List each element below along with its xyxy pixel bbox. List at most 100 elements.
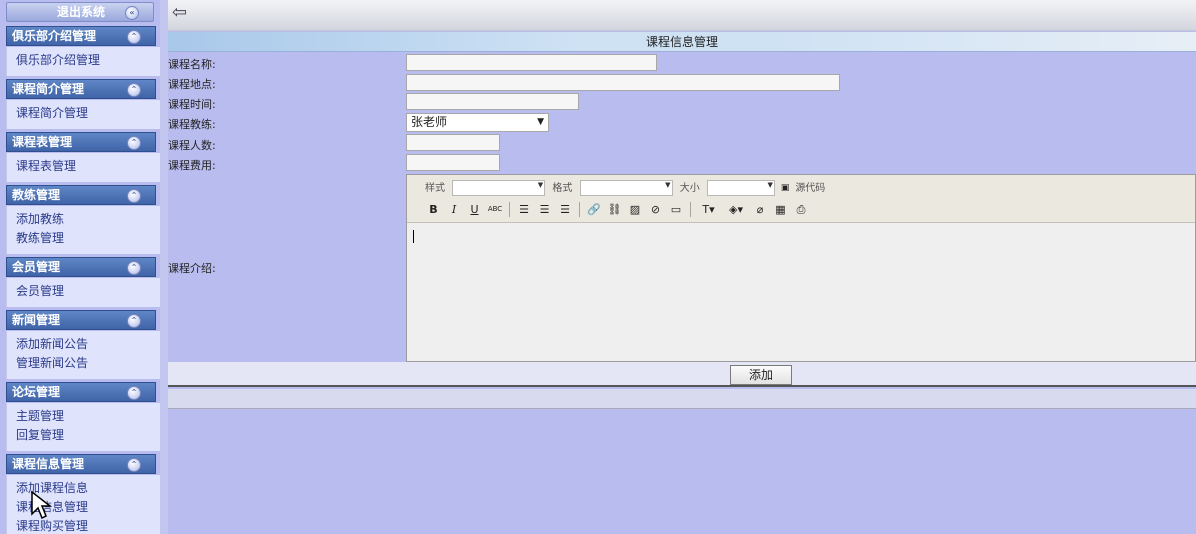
toolbar-separator: [579, 202, 580, 217]
course-count-input[interactable]: [406, 134, 500, 151]
format-label: 格式: [552, 183, 573, 194]
toolbar-separator: [509, 202, 510, 217]
strikethrough-icon[interactable]: ABC: [487, 201, 504, 218]
background-color-icon[interactable]: ◈▾: [724, 201, 748, 218]
text-caret: [413, 230, 414, 243]
source-button[interactable]: 源代码: [795, 183, 825, 194]
sidebar-section-course-intro[interactable]: 课程简介管理 ⌃: [6, 79, 156, 99]
section-title: 论坛管理: [12, 385, 61, 399]
underline-icon[interactable]: U: [466, 201, 483, 218]
sidebar-item-schedule-manage[interactable]: 课程表管理: [16, 157, 160, 176]
dropdown-arrow-icon: ▼: [665, 181, 671, 189]
text-color-icon[interactable]: T▾: [697, 201, 721, 218]
dropdown-arrow-icon: ▼: [537, 181, 544, 189]
collapse-icon[interactable]: ⌃: [127, 30, 141, 44]
page-title: 课程信息管理: [168, 32, 1196, 52]
course-coach-label: 课程教练:: [168, 118, 216, 131]
sidebar-item-add-coach[interactable]: 添加教练: [16, 210, 160, 229]
course-fee-input[interactable]: [406, 154, 500, 171]
sidebar-section-club-intro[interactable]: 俱乐部介绍管理 ⌃: [6, 26, 156, 46]
sidebar-splitter[interactable]: [160, 0, 168, 534]
flash-icon[interactable]: ⊘: [647, 201, 664, 218]
italic-icon[interactable]: I: [446, 201, 463, 218]
sidebar-section-forum[interactable]: 论坛管理 ⌃: [6, 382, 156, 402]
sidebar-item-news-manage[interactable]: 管理新闻公告: [16, 354, 160, 373]
form-actions: 添加: [168, 362, 1196, 387]
section-title: 课程信息管理: [12, 457, 85, 471]
logout-button[interactable]: 退出系统 «: [6, 2, 154, 22]
course-place-label: 课程地点:: [168, 78, 216, 91]
section-title: 会员管理: [12, 260, 61, 274]
editor-content-area[interactable]: [407, 224, 1195, 361]
source-icon[interactable]: ▣: [778, 180, 792, 197]
course-time-input[interactable]: [406, 93, 579, 110]
sidebar-item-club-intro-manage[interactable]: 俱乐部介绍管理: [16, 51, 160, 70]
toolbar-separator: [690, 202, 691, 217]
align-center-icon[interactable]: ☰: [536, 201, 553, 218]
sidebar-section-body: 会员管理: [6, 278, 160, 307]
sidebar-item-course-intro-manage[interactable]: 课程简介管理: [16, 104, 160, 123]
collapse-all-icon[interactable]: «: [125, 6, 139, 20]
course-name-input[interactable]: [406, 54, 657, 71]
collapse-icon[interactable]: ⌃: [127, 261, 141, 275]
dropdown-arrow-icon: ▼: [767, 181, 773, 189]
course-time-label: 课程时间:: [168, 98, 216, 111]
sidebar-item-member-manage[interactable]: 会员管理: [16, 282, 160, 301]
unlink-icon[interactable]: ⛓: [606, 201, 623, 218]
sidebar: 退出系统 « 俱乐部介绍管理 ⌃ 俱乐部介绍管理 课程简介管理 ⌃ 课程简介管理…: [0, 0, 168, 534]
course-intro-label: 课程介绍:: [168, 262, 216, 275]
form-footer-band: [168, 389, 1196, 409]
section-title: 教练管理: [12, 188, 61, 202]
sidebar-section-body: 俱乐部介绍管理: [6, 47, 160, 76]
course-count-label: 课程人数:: [168, 139, 216, 152]
align-right-icon[interactable]: ☰: [557, 201, 574, 218]
course-place-input[interactable]: [406, 74, 840, 91]
collapse-icon[interactable]: ⌃: [127, 386, 141, 400]
collapse-icon[interactable]: ⌃: [127, 83, 141, 97]
sidebar-section-schedule[interactable]: 课程表管理 ⌃: [6, 132, 156, 152]
collapse-icon[interactable]: ⌃: [127, 458, 141, 472]
collapse-icon[interactable]: ⌃: [127, 314, 141, 328]
course-fee-label: 课程费用:: [168, 159, 216, 172]
add-button[interactable]: 添加: [730, 365, 792, 385]
style-label: 样式: [425, 183, 445, 194]
coach-select-value: 张老师: [411, 115, 448, 129]
link-icon[interactable]: 🔗: [586, 201, 603, 218]
preview-icon[interactable]: ⎙: [793, 201, 810, 218]
section-title: 课程简介管理: [12, 82, 85, 96]
sidebar-item-reply-manage[interactable]: 回复管理: [16, 426, 160, 445]
course-intro-editor: 样式 ▼ 格式 ▼ 大小 ▼ ▣ 源代码 B I U ABC ☰ ☰ ☰ 🔗 ⛓…: [406, 174, 1196, 362]
section-title: 新闻管理: [12, 313, 61, 327]
sidebar-section-body: 添加教练 教练管理: [6, 206, 160, 254]
table-icon[interactable]: ▦: [772, 201, 789, 218]
logout-label: 退出系统: [57, 5, 106, 19]
sidebar-section-coach[interactable]: 教练管理 ⌃: [6, 185, 156, 205]
course-form: 课程名称: 课程地点: 课程时间: 课程教练: 张老师 ▼ 课程人数: 课程费用…: [168, 52, 1196, 534]
format-combo[interactable]: ▼: [579, 180, 673, 196]
course-name-label: 课程名称:: [168, 58, 216, 71]
size-combo[interactable]: ▼: [706, 180, 775, 196]
bold-icon[interactable]: B: [425, 201, 442, 218]
back-arrow-icon[interactable]: ⇦: [172, 4, 194, 24]
collapse-icon[interactable]: ⌃: [127, 136, 141, 150]
sidebar-item-add-news[interactable]: 添加新闻公告: [16, 335, 160, 354]
sidebar-section-body: 主题管理 回复管理: [6, 403, 160, 451]
coach-select[interactable]: 张老师 ▼: [406, 113, 549, 132]
style-combo[interactable]: ▼: [452, 180, 546, 196]
sidebar-section-body: 添加新闻公告 管理新闻公告: [6, 331, 160, 379]
sidebar-section-body: 课程表管理: [6, 153, 160, 182]
editor-toolbar: 样式 ▼ 格式 ▼ 大小 ▼ ▣ 源代码 B I U ABC ☰ ☰ ☰ 🔗 ⛓…: [407, 175, 1195, 223]
align-left-icon[interactable]: ☰: [516, 201, 533, 218]
collapse-icon[interactable]: ⌃: [127, 189, 141, 203]
sidebar-section-news[interactable]: 新闻管理 ⌃: [6, 310, 156, 330]
toolbar: ⇦: [168, 0, 1196, 31]
sidebar-section-course-info[interactable]: 课程信息管理 ⌃: [6, 454, 156, 474]
sidebar-item-coach-manage[interactable]: 教练管理: [16, 229, 160, 248]
eraser-icon[interactable]: ⌀: [752, 201, 769, 218]
mouse-pointer-icon: [31, 490, 53, 520]
size-label: 大小: [679, 183, 700, 194]
sidebar-section-member[interactable]: 会员管理 ⌃: [6, 257, 156, 277]
image-icon[interactable]: ▨: [627, 201, 644, 218]
table-frame-icon[interactable]: ▭: [668, 201, 685, 218]
sidebar-item-topic-manage[interactable]: 主题管理: [16, 407, 160, 426]
